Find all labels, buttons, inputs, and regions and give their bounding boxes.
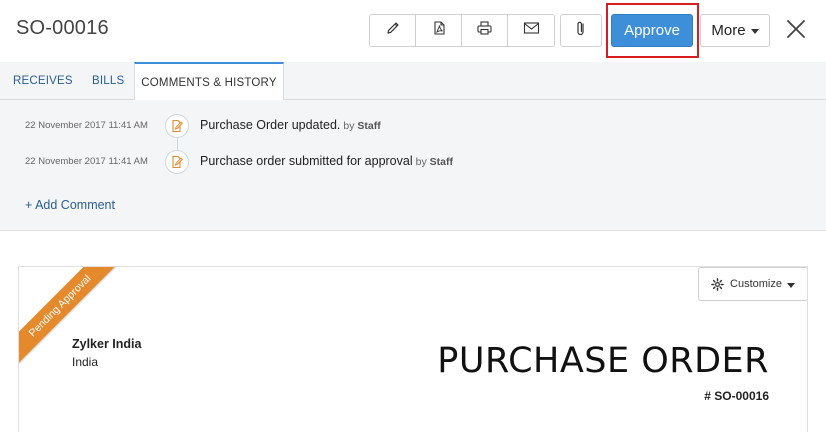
organization-country: India <box>72 355 99 369</box>
print-button[interactable] <box>462 15 508 46</box>
timeline-connector <box>177 138 178 150</box>
caret-down-icon <box>786 282 795 288</box>
history-timestamp: 22 November 2017 11:41 AM <box>25 120 148 131</box>
pencil-icon <box>385 20 401 41</box>
tab-bar: RECEIVES BILLS COMMENTS & HISTORY <box>0 62 826 101</box>
author-prefix: by <box>415 156 427 168</box>
mail-icon <box>523 21 540 40</box>
history-entry: 22 November 2017 11:41 AM Purchase Order… <box>0 114 826 138</box>
paperclip-icon <box>574 20 588 42</box>
pdf-button[interactable] <box>416 15 462 46</box>
document-title: PURCHASE ORDER <box>437 341 769 381</box>
document-number: # SO-00016 <box>704 389 769 403</box>
tab-bills[interactable]: BILLS <box>92 62 124 100</box>
author-name: Staff <box>357 120 381 132</box>
edit-button[interactable] <box>370 15 416 46</box>
author-prefix: by <box>343 120 355 132</box>
organization-name: Zylker India <box>72 337 142 351</box>
history-message: Purchase Order updated. <box>200 118 341 132</box>
page-title: SO-00016 <box>16 17 109 39</box>
customize-button[interactable]: Customize <box>698 267 807 301</box>
approve-button[interactable]: Approve <box>611 14 693 47</box>
edit-document-icon <box>165 150 189 174</box>
tab-receives[interactable]: RECEIVES <box>13 62 73 100</box>
attach-button[interactable] <box>560 14 602 47</box>
history-text: Purchase Order updated. by Staff <box>200 118 381 132</box>
more-button[interactable]: More <box>700 14 770 47</box>
email-button[interactable] <box>508 15 554 46</box>
more-label: More <box>711 22 746 39</box>
history-message: Purchase order submitted for approval <box>200 154 413 168</box>
close-button[interactable] <box>782 17 810 45</box>
tab-comments-history[interactable]: COMMENTS & HISTORY <box>134 62 284 101</box>
history-author: by Staff <box>416 156 453 168</box>
document-preview: Pending Approval Customize Zylker India … <box>18 266 808 432</box>
status-ribbon: Pending Approval <box>19 267 119 367</box>
pdf-icon <box>431 20 447 41</box>
status-ribbon-label: Pending Approval <box>19 267 119 367</box>
author-name: Staff <box>429 156 453 168</box>
add-comment-link[interactable]: + Add Comment <box>25 198 115 212</box>
history-entry: 22 November 2017 11:41 AM Purchase order… <box>0 150 826 174</box>
history-timestamp: 22 November 2017 11:41 AM <box>25 156 148 167</box>
close-icon <box>786 19 806 44</box>
printer-icon <box>476 20 493 41</box>
gear-icon <box>711 277 724 291</box>
comments-history-panel: 22 November 2017 11:41 AM Purchase Order… <box>0 100 826 231</box>
customize-label: Customize <box>730 278 782 290</box>
caret-down-icon <box>750 29 759 34</box>
history-text: Purchase order submitted for approval by … <box>200 154 453 168</box>
page-header: SO-00016 Approve More <box>0 0 826 62</box>
action-toolbar <box>369 14 555 47</box>
edit-document-icon <box>165 114 189 138</box>
history-author: by Staff <box>343 120 380 132</box>
